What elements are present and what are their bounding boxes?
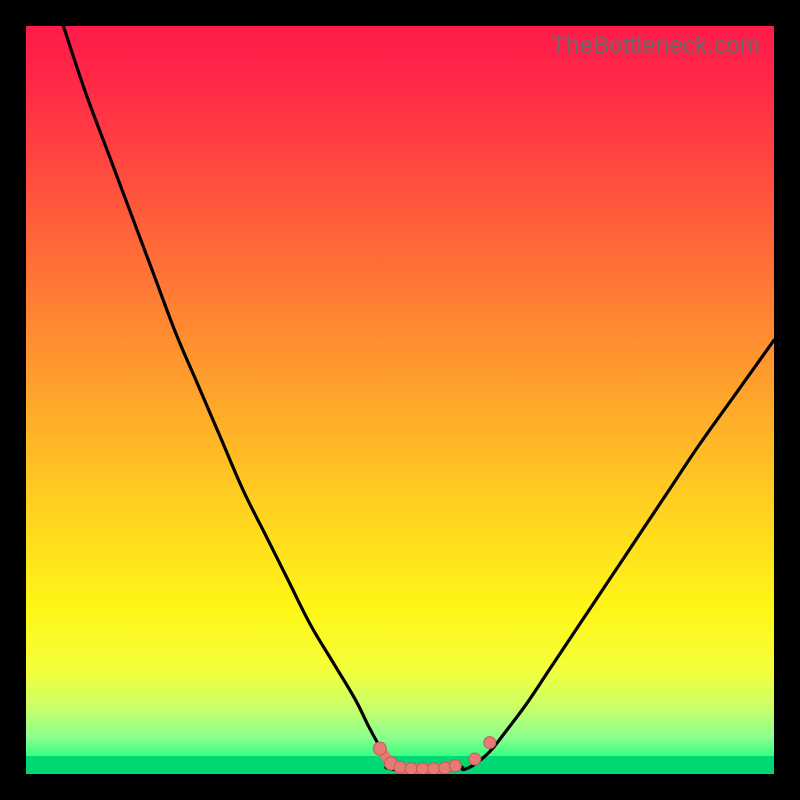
chart-frame: TheBottleneck.com xyxy=(0,0,800,800)
curve-left-branch xyxy=(63,26,462,770)
watermark-text: TheBottleneck.com xyxy=(551,32,760,60)
bottleneck-curve xyxy=(26,26,774,774)
valley-markers xyxy=(373,737,495,774)
plot-area: TheBottleneck.com xyxy=(26,26,774,774)
curve-right-branch xyxy=(462,340,774,769)
